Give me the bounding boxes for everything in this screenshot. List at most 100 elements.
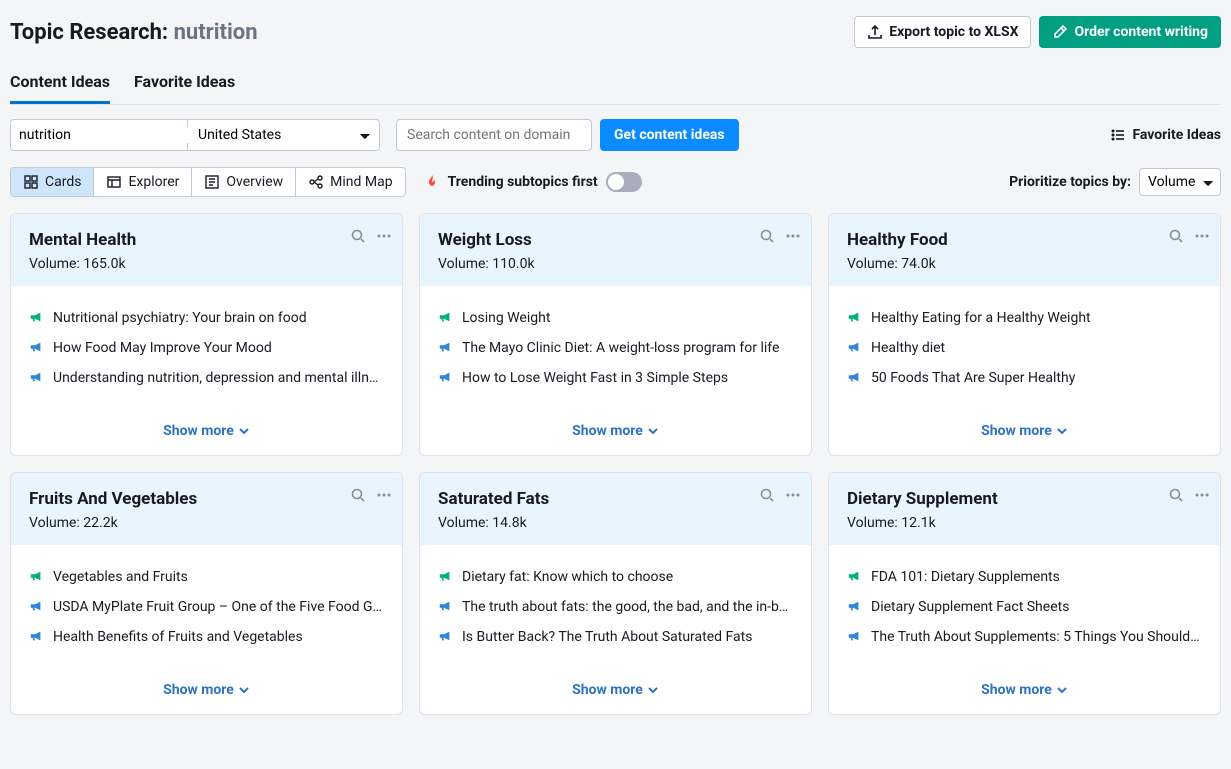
show-more-button[interactable]: Show more	[572, 682, 659, 698]
card-search-icon[interactable]	[759, 228, 775, 244]
view-explorer[interactable]: Explorer	[94, 168, 192, 196]
card-headline[interactable]: Dietary Supplement Fact Sheets	[847, 599, 1202, 615]
trending-label: Trending subtopics first	[448, 174, 598, 190]
fire-icon	[424, 174, 440, 190]
tab-favorite-ideas[interactable]: Favorite Ideas	[134, 62, 235, 104]
card-headline[interactable]: Understanding nutrition, depression and …	[29, 370, 384, 386]
show-more-button[interactable]: Show more	[981, 423, 1068, 439]
bullhorn-icon	[847, 599, 861, 613]
card-header: Dietary SupplementVolume: 12.1k	[829, 473, 1220, 545]
card-search-icon[interactable]	[350, 228, 366, 244]
card-more-icon[interactable]	[1194, 487, 1210, 503]
card-headline[interactable]: FDA 101: Dietary Supplements	[847, 569, 1202, 585]
bullhorn-icon	[438, 569, 452, 583]
show-more-button[interactable]: Show more	[981, 682, 1068, 698]
card-title: Saturated Fats	[438, 489, 793, 509]
card-headline-text: How to Lose Weight Fast in 3 Simple Step…	[462, 370, 728, 386]
get-content-ideas-button[interactable]: Get content ideas	[600, 119, 739, 151]
card-headline[interactable]: Vegetables and Fruits	[29, 569, 384, 585]
card-headline[interactable]: 50 Foods That Are Super Healthy	[847, 370, 1202, 386]
chevron-down-icon	[1056, 425, 1068, 437]
card-headline[interactable]: Health Benefits of Fruits and Vegetables	[29, 629, 384, 645]
card-more-icon[interactable]	[785, 228, 801, 244]
card-search-icon[interactable]	[1168, 487, 1184, 503]
topic-input[interactable]	[19, 127, 197, 143]
card-more-icon[interactable]	[1194, 228, 1210, 244]
card-headline-text: Healthy diet	[871, 340, 945, 356]
bullhorn-icon	[438, 370, 452, 384]
show-more-button[interactable]: Show more	[572, 423, 659, 439]
chevron-down-icon	[1056, 684, 1068, 696]
cards-icon	[23, 174, 39, 190]
topic-card: Healthy FoodVolume: 74.0k Healthy Eating …	[828, 213, 1221, 456]
card-volume: Volume: 22.2k	[29, 515, 384, 531]
card-headline-text: Dietary Supplement Fact Sheets	[871, 599, 1069, 615]
view-cards[interactable]: Cards	[11, 168, 94, 196]
order-content-button[interactable]: Order content writing	[1039, 16, 1221, 48]
country-select[interactable]: United States	[188, 119, 380, 151]
card-headline[interactable]: How Food May Improve Your Mood	[29, 340, 384, 356]
card-title: Mental Health	[29, 230, 384, 250]
prioritize-select[interactable]: Volume	[1139, 168, 1221, 196]
export-xlsx-button[interactable]: Export topic to XLSX	[854, 16, 1031, 48]
card-volume: Volume: 110.0k	[438, 256, 793, 272]
show-more-button[interactable]: Show more	[163, 423, 250, 439]
favorite-ideas-link-label: Favorite Ideas	[1132, 127, 1221, 143]
bullhorn-icon	[29, 569, 43, 583]
favorite-ideas-link[interactable]: Favorite Ideas	[1110, 127, 1221, 143]
card-headline[interactable]: Losing Weight	[438, 310, 793, 326]
trending-toggle[interactable]	[606, 172, 642, 192]
card-headline-text: FDA 101: Dietary Supplements	[871, 569, 1060, 585]
card-search-icon[interactable]	[1168, 228, 1184, 244]
tab-content-ideas[interactable]: Content Ideas	[10, 62, 110, 104]
bullhorn-icon	[29, 370, 43, 384]
bullhorn-icon	[847, 370, 861, 384]
view-overview[interactable]: Overview	[192, 168, 296, 196]
card-search-icon[interactable]	[759, 487, 775, 503]
bullhorn-icon	[29, 599, 43, 613]
card-volume: Volume: 14.8k	[438, 515, 793, 531]
card-search-icon[interactable]	[350, 487, 366, 503]
card-more-icon[interactable]	[376, 228, 392, 244]
card-headline-text: 50 Foods That Are Super Healthy	[871, 370, 1075, 386]
bullhorn-icon	[29, 629, 43, 643]
card-header: Healthy FoodVolume: 74.0k	[829, 214, 1220, 286]
card-headline[interactable]: The Truth About Supplements: 5 Things Yo…	[847, 629, 1202, 645]
card-more-icon[interactable]	[785, 487, 801, 503]
card-more-icon[interactable]	[376, 487, 392, 503]
explorer-icon	[106, 174, 122, 190]
topic-card: Dietary SupplementVolume: 12.1k FDA 101: …	[828, 472, 1221, 715]
card-headline[interactable]: Is Butter Back? The Truth About Saturate…	[438, 629, 793, 645]
view-mindmap[interactable]: Mind Map	[296, 168, 404, 196]
topic-input-wrapper[interactable]: ✕	[10, 119, 188, 151]
topic-card: Mental HealthVolume: 165.0kNutritional p…	[10, 213, 403, 456]
card-volume: Volume: 12.1k	[847, 515, 1202, 531]
card-headline[interactable]: USDA MyPlate Fruit Group – One of the Fi…	[29, 599, 384, 615]
domain-input[interactable]	[396, 119, 592, 151]
mindmap-icon	[308, 174, 324, 190]
card-headline-text: Nutritional psychiatry: Your brain on fo…	[53, 310, 307, 326]
show-more-button[interactable]: Show more	[163, 682, 250, 698]
bullhorn-icon	[847, 340, 861, 354]
card-headline[interactable]: How to Lose Weight Fast in 3 Simple Step…	[438, 370, 793, 386]
card-title: Weight Loss	[438, 230, 793, 250]
card-headline-text: The Mayo Clinic Diet: A weight-loss prog…	[462, 340, 779, 356]
card-header: Saturated Fats Volume: 14.8k	[420, 473, 811, 545]
card-headline[interactable]: Dietary fat: Know which to choose	[438, 569, 793, 585]
topic-card: Weight Loss Volume: 110.0k Losing Weight Th…	[419, 213, 812, 456]
card-headline[interactable]: Healthy Eating for a Healthy Weight	[847, 310, 1202, 326]
card-headline-text: Is Butter Back? The Truth About Saturate…	[462, 629, 752, 645]
card-headline-text: Health Benefits of Fruits and Vegetables	[53, 629, 303, 645]
list-icon	[1110, 127, 1126, 143]
bullhorn-icon	[847, 310, 861, 324]
card-header: Weight Loss Volume: 110.0k	[420, 214, 811, 286]
card-headline[interactable]: Nutritional psychiatry: Your brain on fo…	[29, 310, 384, 326]
card-headline[interactable]: The truth about fats: the good, the bad,…	[438, 599, 793, 615]
card-headline[interactable]: Healthy diet	[847, 340, 1202, 356]
card-headline-text: Understanding nutrition, depression and …	[53, 370, 384, 386]
order-content-label: Order content writing	[1074, 24, 1208, 40]
card-headline[interactable]: The Mayo Clinic Diet: A weight-loss prog…	[438, 340, 793, 356]
bullhorn-icon	[847, 569, 861, 583]
topic-card: Saturated Fats Volume: 14.8k Dietary fat: …	[419, 472, 812, 715]
card-headline-text: Vegetables and Fruits	[53, 569, 188, 585]
